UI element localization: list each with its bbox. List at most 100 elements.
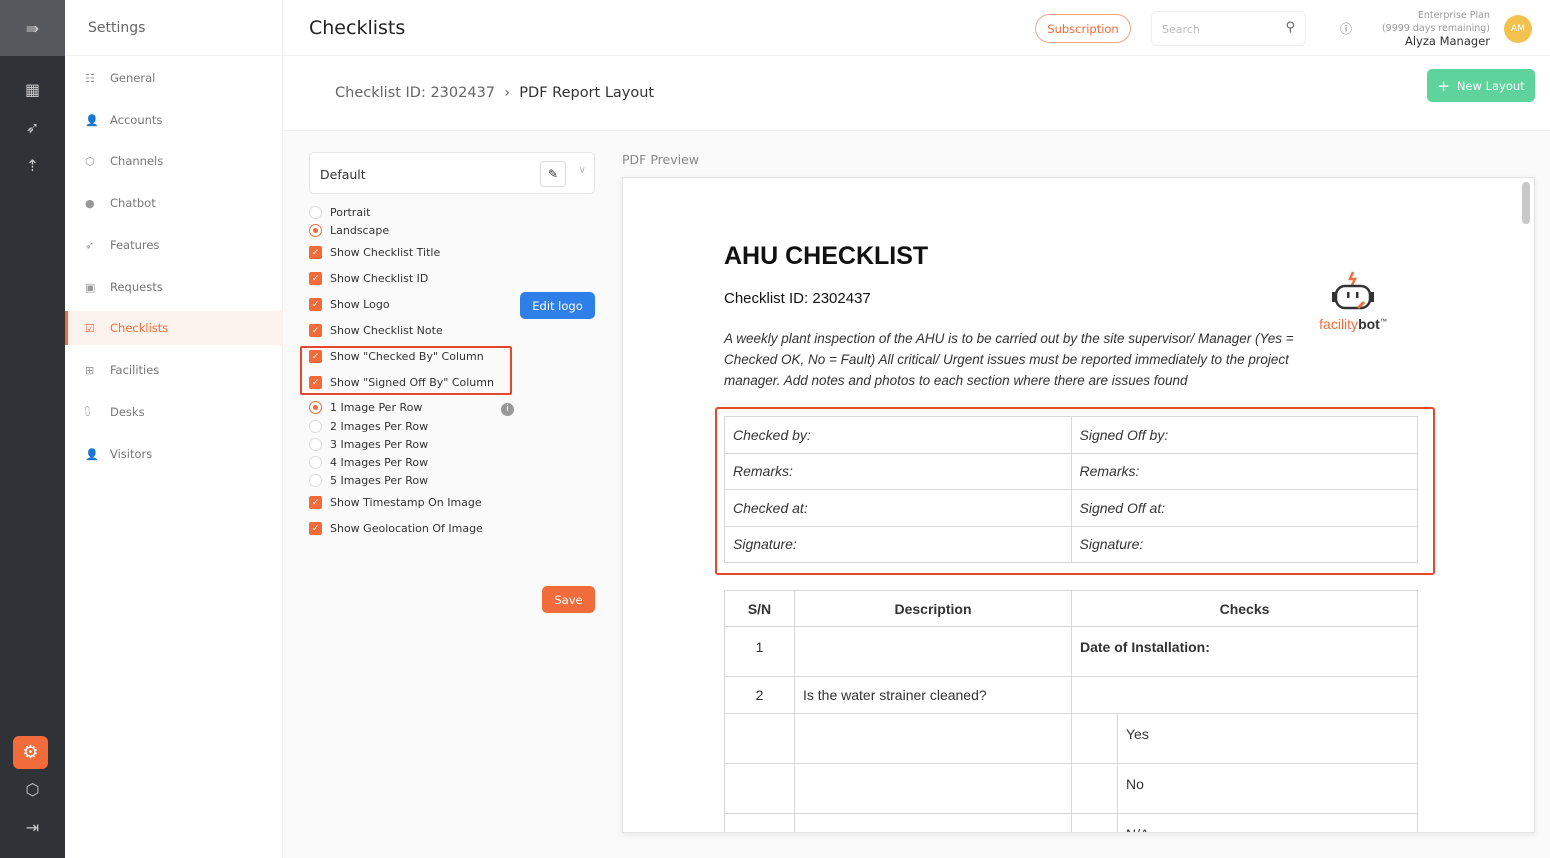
dashboard-icon[interactable]: ▦ bbox=[0, 80, 65, 99]
analytics-icon[interactable]: ⇡ bbox=[0, 156, 65, 175]
scrollbar[interactable] bbox=[1522, 182, 1530, 224]
img3-radio[interactable]: 3 Images Per Row bbox=[309, 438, 428, 451]
robot-logo-icon bbox=[1332, 271, 1374, 310]
nav-label: Accounts bbox=[110, 113, 163, 127]
show-id-checkbox[interactable]: ✓ Show Checklist ID bbox=[309, 272, 428, 285]
avatar[interactable]: AM bbox=[1504, 15, 1532, 43]
portrait-radio[interactable]: Portrait bbox=[309, 206, 370, 219]
show-logo-checkbox[interactable]: ✓ Show Logo bbox=[309, 298, 390, 311]
nav-item-accounts[interactable]: 👤 Accounts bbox=[65, 103, 283, 137]
geolocation-checkbox[interactable]: ✓ Show Geolocation Of Image bbox=[309, 522, 483, 535]
option-label: Show Checklist ID bbox=[330, 272, 429, 285]
check-icon[interactable]: ✓ bbox=[309, 272, 322, 285]
option-label: Show Checklist Title bbox=[330, 246, 441, 259]
nav-item-checklists[interactable]: ☑ Checklists bbox=[65, 311, 283, 345]
table-row: Checked at: Signed Off at: bbox=[724, 489, 1418, 527]
option-label: Portrait bbox=[330, 206, 371, 219]
nav-label: Channels bbox=[110, 154, 164, 168]
cell: Checked at: bbox=[724, 489, 1072, 527]
nav-item-features[interactable]: ➶ Features bbox=[65, 228, 283, 262]
logout-icon[interactable]: ⇥ bbox=[0, 818, 65, 837]
img4-radio[interactable]: 4 Images Per Row bbox=[309, 456, 428, 469]
timestamp-checkbox[interactable]: ✓ Show Timestamp On Image bbox=[309, 496, 482, 509]
nav-item-facilities[interactable]: ⊞ Facilities bbox=[65, 353, 283, 387]
table-row: 1 Date of Installation: bbox=[724, 626, 1418, 677]
table-header-row: S/N Description Checks bbox=[724, 590, 1418, 627]
radio[interactable] bbox=[309, 420, 322, 433]
nav-item-channels[interactable]: ⬡ Channels bbox=[65, 144, 283, 178]
cell bbox=[1071, 763, 1118, 814]
save-button[interactable]: Save bbox=[542, 586, 595, 613]
radio[interactable] bbox=[309, 206, 322, 219]
check-icon[interactable]: ✓ bbox=[309, 324, 322, 337]
check-icon[interactable]: ✓ bbox=[309, 246, 322, 259]
radio[interactable] bbox=[309, 224, 322, 237]
nav-item-desks[interactable]: ⩇ Desks bbox=[65, 395, 283, 429]
show-title-checkbox[interactable]: ✓ Show Checklist Title bbox=[309, 246, 440, 259]
breadcrumb-current: PDF Report Layout bbox=[519, 85, 655, 101]
search-input[interactable]: Search ⚲ bbox=[1151, 11, 1306, 46]
checklist-table: S/N Description Checks 1 Date of Installati… bbox=[724, 590, 1418, 832]
option-label: Show Checklist Note bbox=[330, 324, 443, 337]
edit-pencil-icon[interactable]: ✎ bbox=[540, 161, 566, 187]
cell: No bbox=[1117, 763, 1418, 814]
info-icon[interactable]: i bbox=[501, 403, 514, 416]
settings-icon[interactable]: ⚙ bbox=[13, 736, 48, 769]
chevron-down-icon[interactable]: ∨ bbox=[579, 165, 586, 176]
cube-icon[interactable]: ⬡ bbox=[0, 780, 65, 799]
layout-select[interactable]: Default ✎ ∨ bbox=[309, 152, 595, 194]
check-icon[interactable]: ✓ bbox=[309, 522, 322, 535]
calendar-plus-icon: ⊞ bbox=[85, 363, 95, 377]
cell: 2 bbox=[724, 676, 795, 714]
check-icon[interactable]: ✓ bbox=[309, 496, 322, 509]
question-icon: ▣ bbox=[85, 280, 96, 294]
cell: Signed Off by: bbox=[1070, 416, 1418, 454]
subscription-button[interactable]: Subscription bbox=[1035, 14, 1131, 43]
pdf-preview[interactable]: AHU CHECKLIST Checklist ID: 2302437 A we… bbox=[622, 177, 1535, 833]
doc-note: A weekly plant inspection of the AHU is … bbox=[724, 331, 1294, 388]
cell: Signature: bbox=[724, 525, 1072, 563]
help-icon[interactable]: ⓘ bbox=[1340, 20, 1352, 37]
radio[interactable] bbox=[309, 401, 322, 414]
table-row: Checked by: Signed Off by: bbox=[724, 416, 1418, 454]
nav-item-requests[interactable]: ▣ Requests bbox=[65, 270, 283, 304]
header-cell: S/N bbox=[724, 590, 795, 627]
img2-radio[interactable]: 2 Images Per Row bbox=[309, 420, 428, 433]
rocket-icon[interactable]: ➶ bbox=[0, 118, 65, 137]
cell: Is the water strainer cleaned? bbox=[794, 676, 1072, 714]
search-icon[interactable]: ⚲ bbox=[1285, 20, 1295, 35]
radio[interactable] bbox=[309, 456, 322, 469]
cell: 1 bbox=[724, 626, 795, 677]
menu-collapse-icon[interactable]: ⇛ bbox=[0, 0, 65, 56]
icon-rail: ⇛ ▦ ➶ ⇡ ⚙ ⬡ ⇥ bbox=[0, 0, 65, 858]
cell: N/A bbox=[1117, 813, 1418, 832]
radio[interactable] bbox=[309, 474, 322, 487]
img1-radio[interactable]: 1 Image Per Row bbox=[309, 401, 422, 414]
nav-label: General bbox=[110, 71, 156, 85]
logo-text-bold: bot bbox=[1358, 316, 1380, 332]
doc-title: AHU CHECKLIST bbox=[724, 242, 929, 270]
show-note-checkbox[interactable]: ✓ Show Checklist Note bbox=[309, 324, 443, 337]
highlight-box bbox=[300, 346, 512, 395]
breadcrumb-parent[interactable]: Checklist ID: 2302437 bbox=[335, 85, 495, 101]
radio[interactable] bbox=[309, 438, 322, 451]
new-layout-button[interactable]: + New Layout bbox=[1427, 69, 1535, 102]
cell bbox=[724, 713, 795, 764]
nav-item-visitors[interactable]: 👤 Visitors bbox=[65, 437, 283, 471]
cell: Remarks: bbox=[1070, 452, 1418, 490]
user-name[interactable]: Alyza Manager bbox=[1405, 34, 1490, 48]
nav-item-general[interactable]: ☷ General bbox=[65, 61, 283, 95]
landscape-radio[interactable]: Landscape bbox=[309, 224, 389, 237]
nav-item-chatbot[interactable]: ● Chatbot bbox=[65, 186, 283, 220]
table-row: 2 Is the water strainer cleaned? bbox=[724, 676, 1418, 714]
option-label: 2 Images Per Row bbox=[330, 420, 429, 433]
doc-id: Checklist ID: 2302437 bbox=[724, 290, 871, 307]
cell: Signed Off at: bbox=[1070, 489, 1418, 527]
cell bbox=[794, 626, 1072, 677]
edit-logo-button[interactable]: Edit logo bbox=[520, 292, 595, 319]
visitors-icon: 👤 bbox=[85, 447, 99, 461]
img5-radio[interactable]: 5 Images Per Row bbox=[309, 474, 428, 487]
signoff-table: Checked by: Signed Off by: Remarks: Remark… bbox=[724, 416, 1418, 563]
check-icon[interactable]: ✓ bbox=[309, 298, 322, 311]
header-cell: Description bbox=[794, 590, 1072, 627]
